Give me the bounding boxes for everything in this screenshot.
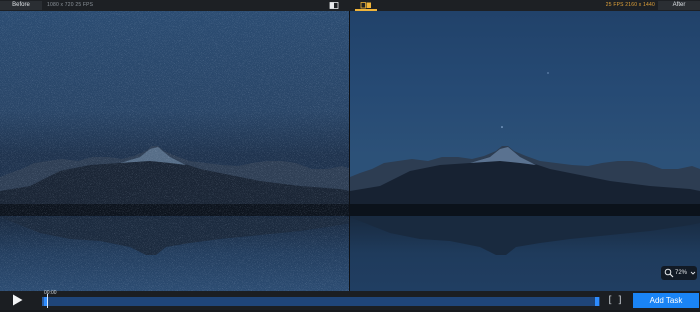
source-resolution-info: 1080 x 720 25 FPS [47, 2, 94, 8]
add-task-button[interactable]: Add Task [633, 293, 699, 308]
play-button[interactable] [10, 293, 24, 307]
before-label: Before [0, 1, 42, 10]
play-icon [13, 294, 23, 306]
zoom-icon [664, 268, 674, 278]
after-preview-image [350, 11, 700, 291]
after-header: 25 FPS 2160 x 1440 After [350, 0, 700, 11]
zoom-level: 72% [675, 270, 688, 276]
before-preview-image [0, 11, 350, 291]
current-time: 00:00 [44, 290, 57, 296]
mark-in-icon[interactable]: [ [607, 296, 613, 306]
top-bar: Before 1080 x 720 25 FPS 25 FPS 2160 x 1… [0, 0, 700, 11]
split-view-icon [329, 2, 339, 9]
after-label: After [658, 1, 700, 10]
chevron-down-icon [690, 271, 696, 275]
trim-end-handle[interactable] [595, 297, 599, 306]
zoom-control[interactable]: 72% [661, 266, 697, 280]
timeline-track[interactable] [42, 297, 600, 306]
output-resolution-info: 25 FPS 2160 x 1440 [605, 2, 655, 8]
split-view-button[interactable] [323, 0, 345, 11]
playhead[interactable] [47, 294, 48, 308]
before-header: Before 1080 x 720 25 FPS [0, 0, 350, 11]
comparison-divider [349, 11, 350, 291]
mark-out-icon[interactable]: ] [617, 296, 623, 306]
preview-area [0, 11, 700, 291]
